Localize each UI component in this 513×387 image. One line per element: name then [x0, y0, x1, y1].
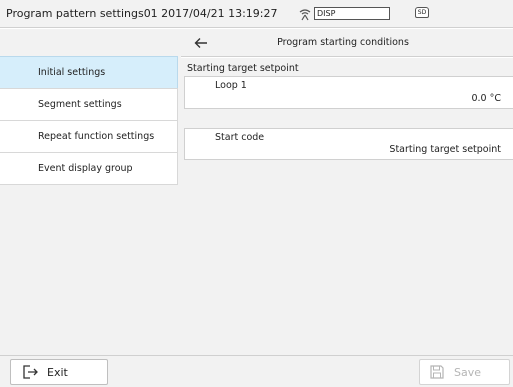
page-title: Program starting conditions: [277, 37, 409, 48]
sidebar-item-label: Repeat function settings: [38, 131, 155, 142]
content-header: Program starting conditions: [181, 29, 513, 57]
antenna-status-icon: [298, 7, 312, 21]
title-bar: Program pattern settings01 2017/04/21 13…: [0, 0, 513, 28]
arrow-left-icon: [194, 38, 207, 48]
sidebar: Initial settings Segment settings Repeat…: [0, 29, 181, 355]
save-label: Save: [454, 365, 482, 379]
sidebar-item-event-display-group[interactable]: Event display group: [0, 152, 178, 185]
start-code-label: Start code: [215, 132, 265, 143]
start-code-value: Starting target setpoint: [389, 144, 501, 155]
save-button[interactable]: Save: [419, 359, 510, 385]
loop-value: 0.0 °C: [471, 93, 501, 104]
floppy-disk-icon: [430, 365, 444, 379]
exit-label: Exit: [47, 365, 68, 379]
sd-card-icon: SD: [415, 7, 429, 18]
exit-button[interactable]: Exit: [10, 359, 108, 385]
sidebar-item-label: Event display group: [38, 163, 133, 174]
loop-1-setting[interactable]: Loop 1 0.0 °C: [184, 76, 513, 109]
content-panel: Starting target setpoint Loop 1 0.0 °C S…: [181, 58, 513, 355]
disp-indicator: DISP: [314, 7, 390, 20]
exit-icon: [23, 365, 38, 379]
bottom-bar: Exit Save: [0, 355, 513, 387]
group-label: Starting target setpoint: [187, 63, 299, 74]
sidebar-item-segment-settings[interactable]: Segment settings: [0, 88, 178, 121]
start-code-setting[interactable]: Start code Starting target setpoint: [184, 128, 513, 160]
sidebar-item-label: Initial settings: [38, 67, 106, 78]
loop-label: Loop 1: [215, 80, 247, 91]
sidebar-item-label: Segment settings: [38, 99, 122, 110]
window-title: Program pattern settings01 2017/04/21 13…: [6, 7, 278, 20]
sidebar-item-initial-settings[interactable]: Initial settings: [0, 56, 178, 89]
back-button[interactable]: [181, 29, 221, 57]
sidebar-item-repeat-function-settings[interactable]: Repeat function settings: [0, 120, 178, 153]
